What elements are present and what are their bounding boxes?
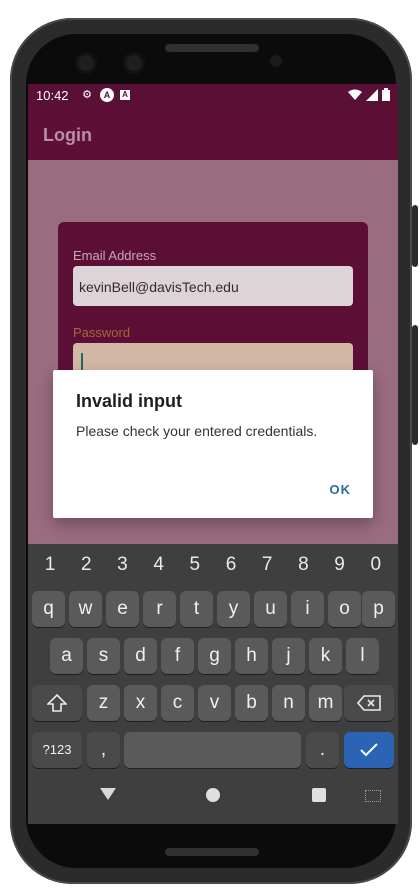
- key-p[interactable]: p: [362, 591, 395, 627]
- key-r[interactable]: r: [143, 591, 176, 627]
- key-w[interactable]: w: [69, 591, 102, 627]
- login-card: Email Address kevinBell@davisTech.edu Pa…: [58, 222, 368, 383]
- backspace-key[interactable]: [344, 685, 394, 721]
- key-x[interactable]: x: [124, 685, 157, 721]
- proximity-sensor: [270, 55, 282, 67]
- email-value: kevinBell@davisTech.edu: [79, 279, 239, 295]
- key-g[interactable]: g: [198, 638, 231, 674]
- navigation-bar: [28, 776, 398, 824]
- battery-icon: [382, 88, 390, 101]
- bottom-speaker: [165, 848, 259, 856]
- key-c[interactable]: c: [161, 685, 194, 721]
- dialog-message: Please check your entered credentials.: [76, 423, 318, 439]
- key-h[interactable]: h: [235, 638, 268, 674]
- key-d[interactable]: d: [124, 638, 157, 674]
- volume-button: [412, 325, 418, 445]
- shift-key[interactable]: [32, 685, 82, 721]
- back-icon[interactable]: [100, 788, 116, 800]
- status-bar: 10:42 ⚙ A A: [28, 84, 398, 108]
- dialog-title: Invalid input: [76, 391, 182, 411]
- key-y[interactable]: y: [217, 591, 250, 627]
- key-a[interactable]: a: [50, 638, 83, 674]
- settings-gear-icon: ⚙: [82, 89, 92, 101]
- symbols-key[interactable]: ?123: [32, 732, 82, 768]
- key-u[interactable]: u: [254, 591, 287, 627]
- key-5[interactable]: 5: [180, 554, 210, 576]
- key-q[interactable]: q: [32, 591, 65, 627]
- front-camera-icon: [75, 52, 97, 74]
- shift-icon: [46, 693, 68, 712]
- key-k[interactable]: k: [309, 638, 342, 674]
- password-label: Password: [73, 325, 131, 340]
- backspace-icon: [356, 695, 381, 711]
- key-9[interactable]: 9: [325, 554, 355, 576]
- ok-button[interactable]: OK: [326, 478, 356, 501]
- key-3[interactable]: 3: [107, 554, 137, 576]
- key-6[interactable]: 6: [216, 554, 246, 576]
- key-7[interactable]: 7: [252, 554, 282, 576]
- keyboard-switch-icon[interactable]: [365, 790, 381, 802]
- earpiece-speaker: [165, 44, 259, 52]
- key-v[interactable]: v: [198, 685, 231, 721]
- key-s[interactable]: s: [87, 638, 120, 674]
- space-key[interactable]: [124, 732, 301, 768]
- key-t[interactable]: t: [180, 591, 213, 627]
- enter-key[interactable]: [344, 732, 394, 768]
- key-n[interactable]: n: [272, 685, 305, 721]
- text-cursor: [81, 353, 83, 371]
- key-j[interactable]: j: [272, 638, 305, 674]
- key-b[interactable]: b: [235, 685, 268, 721]
- key-1[interactable]: 1: [35, 554, 65, 576]
- recents-icon[interactable]: [312, 788, 326, 802]
- app-bar: Login: [28, 108, 398, 160]
- comma-key[interactable]: ,: [87, 732, 120, 768]
- cell-signal-icon: [366, 88, 378, 101]
- status-notification-icons: ⚙ A A: [80, 88, 130, 102]
- android-auto-icon: A: [100, 88, 114, 102]
- wifi-icon: [348, 89, 362, 100]
- key-0[interactable]: 0: [361, 554, 391, 576]
- soft-keyboard: 1 2 3 4 5 6 7 8 9 0 q w e r t y u i o p …: [28, 544, 398, 776]
- key-f[interactable]: f: [161, 638, 194, 674]
- key-e[interactable]: e: [106, 591, 139, 627]
- key-l[interactable]: l: [346, 638, 379, 674]
- page-title: Login: [43, 125, 92, 145]
- keyboard-number-row: 1 2 3 4 5 6 7 8 9 0: [28, 554, 398, 576]
- status-system-icons: [348, 88, 390, 101]
- key-8[interactable]: 8: [288, 554, 318, 576]
- key-z[interactable]: z: [87, 685, 120, 721]
- invalid-input-dialog: Invalid input Please check your entered …: [53, 370, 373, 518]
- power-button: [412, 205, 418, 267]
- key-2[interactable]: 2: [71, 554, 101, 576]
- key-o[interactable]: o: [328, 591, 361, 627]
- key-i[interactable]: i: [291, 591, 324, 627]
- screen: 10:42 ⚙ A A Login Email Address kevinBel…: [28, 84, 398, 824]
- period-key[interactable]: .: [306, 732, 339, 768]
- email-label: Email Address: [73, 248, 157, 263]
- checkmark-icon: [360, 743, 378, 757]
- key-m[interactable]: m: [309, 685, 342, 721]
- front-camera-icon: [123, 52, 145, 74]
- status-time: 10:42: [36, 88, 69, 103]
- app-notification-icon: A: [120, 90, 130, 100]
- email-field[interactable]: kevinBell@davisTech.edu: [73, 266, 353, 306]
- home-icon[interactable]: [206, 788, 220, 802]
- key-4[interactable]: 4: [144, 554, 174, 576]
